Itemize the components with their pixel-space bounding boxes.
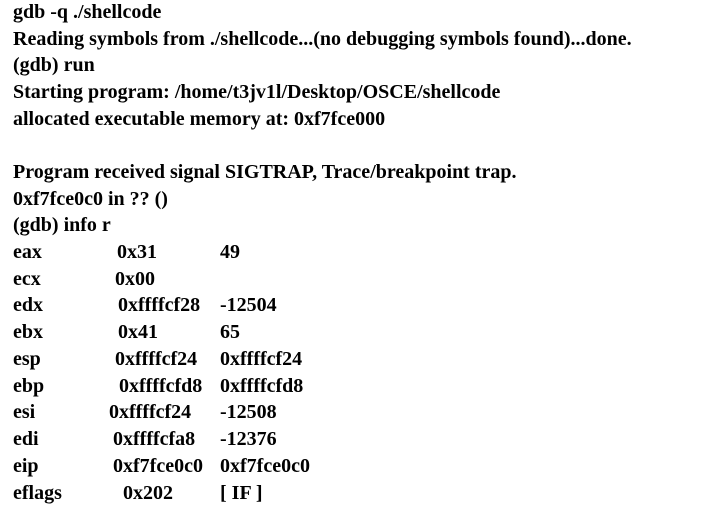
output-line: Starting program: /home/t3jv1l/Desktop/O… [13,81,501,103]
register-row: ecx 0x00 [0,266,727,293]
register-name: eip [13,455,39,477]
register-value: 49 [220,241,240,263]
register-name: eax [13,241,42,263]
register-hex: 0x202 [123,482,173,504]
register-name: ecx [13,268,41,290]
register-hex: 0x41 [118,321,158,343]
register-hex: 0x00 [115,268,155,290]
register-name: esi [13,401,36,423]
register-value: 0xffffcfd8 [220,375,304,397]
register-name: edi [13,428,39,450]
register-hex: 0xffffcf28 [118,294,201,316]
register-value: 65 [220,321,240,343]
register-value: [ IF ] [220,482,263,504]
register-value: -12376 [220,428,277,450]
register-row: eflags 0x202 [ IF ] [0,480,727,507]
register-name: edx [13,294,43,316]
register-row: edx 0xffffcf28 -12504 [0,292,727,319]
register-hex: 0xf7fce0c0 [113,455,203,477]
register-name: ebp [13,375,45,397]
register-name: ebx [13,321,43,343]
register-hex: 0xffffcfa8 [113,428,196,450]
gdb-terminal-output: gdb -q ./shellcode Reading symbols from … [0,0,727,507]
register-value: 0xf7fce0c0 [220,455,310,477]
register-name: eflags [13,482,62,504]
register-row: edi 0xffffcfa8 -12376 [0,426,727,453]
register-hex: 0x31 [117,241,157,263]
gdb-prompt-line: (gdb) run [13,54,95,76]
register-row: esi 0xffffcf24 -12508 [0,399,727,426]
command-line: gdb -q ./shellcode [13,1,162,23]
output-line: Reading symbols from ./shellcode...(no d… [13,28,632,50]
register-value: 0xffffcf24 [220,348,303,370]
register-row: esp 0xffffcf24 0xffffcf24 [0,346,727,373]
gdb-prompt-line: (gdb) info r [13,214,111,236]
signal-line: Program received signal SIGTRAP, Trace/b… [13,161,517,183]
register-hex: 0xffffcfd8 [119,375,203,397]
register-row: ebp 0xffffcfd8 0xffffcfd8 [0,373,727,400]
register-name: esp [13,348,41,370]
address-line: 0xf7fce0c0 in ?? () [13,188,168,210]
register-value: -12508 [220,401,277,423]
register-row: eax 0x31 49 [0,239,727,266]
register-row: eip 0xf7fce0c0 0xf7fce0c0 [0,453,727,480]
register-hex: 0xffffcf24 [115,348,198,370]
register-hex: 0xffffcf24 [109,401,192,423]
register-value: -12504 [220,294,277,316]
register-row: ebx 0x41 65 [0,319,727,346]
output-line: allocated executable memory at: 0xf7fce0… [13,108,386,130]
